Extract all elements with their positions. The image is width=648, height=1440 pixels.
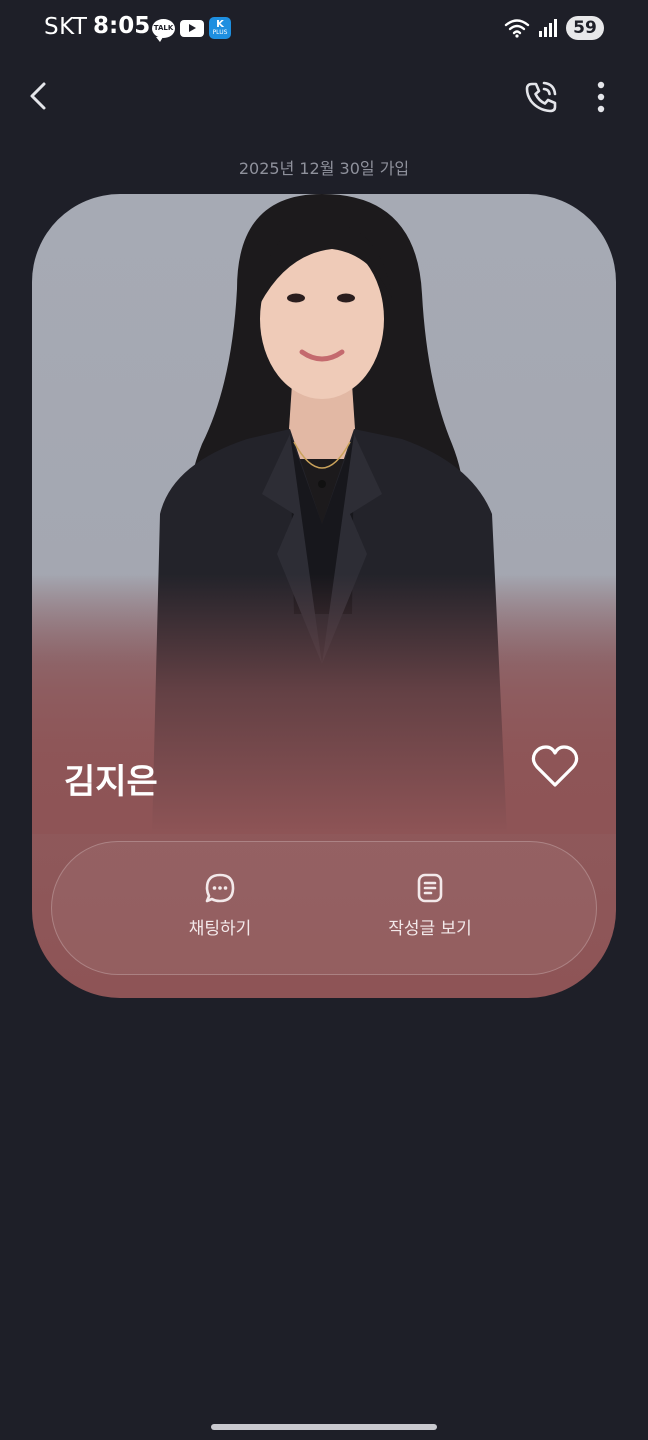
status-bar: SKT 8:05 TALK K PLUS 59 <box>0 0 648 56</box>
more-options-button[interactable] <box>586 78 616 116</box>
battery-level: 59 <box>573 18 597 38</box>
wifi-icon <box>504 19 530 38</box>
action-bar: 채팅하기 작성글 보기 <box>51 841 597 975</box>
voice-call-button[interactable] <box>522 78 560 116</box>
plus-app-icon: K PLUS <box>209 17 231 39</box>
heart-icon <box>531 745 579 787</box>
status-time: 8:05 <box>93 13 151 39</box>
battery-icon: 59 <box>566 16 604 40</box>
view-posts-button[interactable]: 작성글 보기 <box>360 872 500 948</box>
more-vertical-icon <box>597 81 605 113</box>
signal-icon <box>539 19 557 37</box>
youtube-icon <box>180 19 204 37</box>
plus-app-label: PLUS <box>212 29 228 36</box>
notification-icons: TALK K PLUS <box>152 17 231 42</box>
document-icon <box>417 873 443 903</box>
home-indicator[interactable] <box>211 1424 437 1430</box>
view-posts-button-label: 작성글 보기 <box>388 919 472 939</box>
phone-call-icon <box>525 81 557 113</box>
chat-bubble-icon <box>205 873 235 903</box>
chat-button-label: 채팅하기 <box>188 919 252 939</box>
back-button[interactable] <box>24 78 56 114</box>
profile-name: 김지은 <box>64 762 158 802</box>
carrier-name: SKT <box>44 14 88 40</box>
favorite-button[interactable] <box>530 742 580 792</box>
kakaotalk-icon: TALK <box>152 18 175 42</box>
chat-button[interactable]: 채팅하기 <box>150 872 290 948</box>
system-icons: 59 <box>504 16 604 40</box>
chevron-left-icon <box>30 82 46 110</box>
join-date: 2025년 12월 30일 가입 <box>238 159 410 178</box>
profile-card: 김지은 채팅하기 작성글 보기 <box>32 194 616 998</box>
